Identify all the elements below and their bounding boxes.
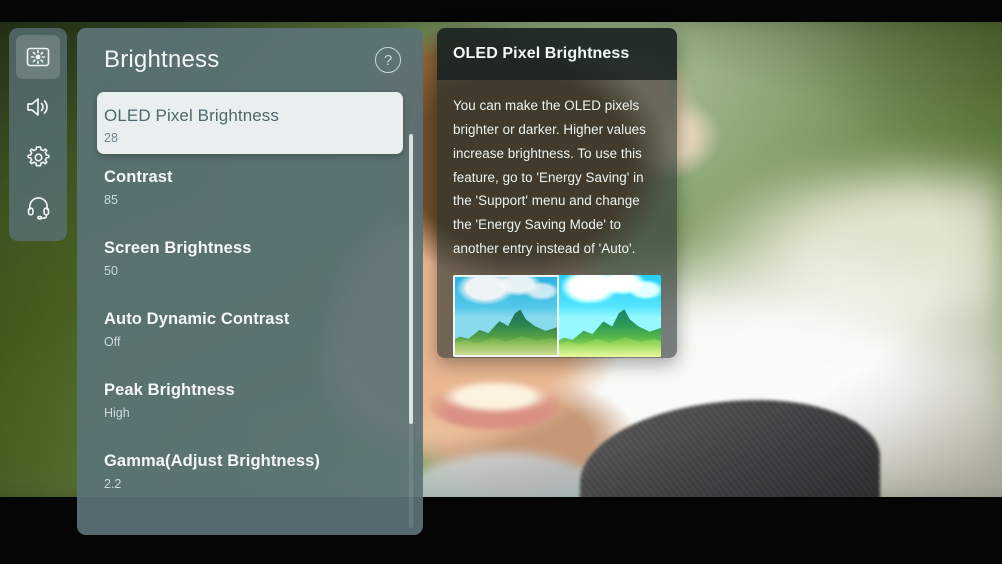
- page-title: Brightness: [104, 46, 220, 73]
- menu-scrollbar-thumb[interactable]: [409, 134, 413, 424]
- info-panel-body: You can make the OLED pixels brighter or…: [437, 80, 677, 358]
- sidebar-item-support[interactable]: [16, 185, 60, 229]
- menu-item-value: 50: [104, 263, 118, 278]
- info-panel-title: OLED Pixel Brightness: [453, 45, 630, 62]
- menu-item-screen-brightness[interactable]: Screen Brightness 50: [77, 225, 423, 296]
- menu-item-label: Auto Dynamic Contrast: [104, 310, 290, 328]
- comparison-preview-images: [453, 275, 661, 358]
- settings-menu-list: OLED Pixel Brightness 28 Contrast 85 Scr…: [77, 92, 423, 509]
- info-panel-header: OLED Pixel Brightness: [437, 28, 677, 80]
- sidebar-item-general[interactable]: [16, 135, 60, 179]
- brightness-settings-panel: Brightness ? OLED Pixel Brightness 28 Co…: [77, 28, 423, 535]
- sidebar-item-picture[interactable]: [16, 35, 60, 79]
- info-description-text: You can make the OLED pixels brighter or…: [453, 98, 646, 257]
- menu-item-value: 28: [104, 131, 118, 146]
- menu-item-auto-dynamic-contrast[interactable]: Auto Dynamic Contrast Off: [77, 296, 423, 367]
- menu-item-peak-brightness[interactable]: Peak Brightness High: [77, 367, 423, 438]
- letterbox-top: [0, 0, 1002, 22]
- headset-support-icon: [26, 195, 51, 220]
- sidebar-item-sound[interactable]: [16, 85, 60, 129]
- menu-item-label: Peak Brightness: [104, 381, 235, 399]
- menu-item-gamma-adjust-brightness[interactable]: Gamma(Adjust Brightness) 2.2: [77, 438, 423, 509]
- tv-screen: Brightness ? OLED Pixel Brightness 28 Co…: [0, 0, 1002, 564]
- info-panel: OLED Pixel Brightness You can make the O…: [437, 28, 677, 358]
- menu-item-contrast[interactable]: Contrast 85: [77, 154, 423, 225]
- comparison-image-left: [453, 275, 559, 358]
- menu-item-label: Gamma(Adjust Brightness): [104, 452, 321, 470]
- menu-item-value: Off: [104, 334, 121, 349]
- menu-scrollbar-track[interactable]: [409, 134, 413, 528]
- panel-header: Brightness ?: [77, 28, 423, 92]
- gear-icon: [26, 145, 51, 170]
- settings-icon-rail: [9, 28, 67, 241]
- help-circle-icon[interactable]: ?: [375, 47, 401, 73]
- menu-item-label: OLED Pixel Brightness: [104, 106, 280, 125]
- picture-brightness-icon: [26, 47, 50, 67]
- menu-item-label: Screen Brightness: [104, 239, 252, 257]
- comparison-image-right: [559, 275, 661, 358]
- speaker-icon: [25, 96, 51, 118]
- menu-item-value: 2.2: [104, 476, 122, 491]
- menu-item-label: Contrast: [104, 168, 173, 186]
- menu-item-value: High: [104, 405, 130, 420]
- menu-item-value: 85: [104, 192, 118, 207]
- menu-item-oled-pixel-brightness[interactable]: OLED Pixel Brightness 28: [97, 92, 403, 154]
